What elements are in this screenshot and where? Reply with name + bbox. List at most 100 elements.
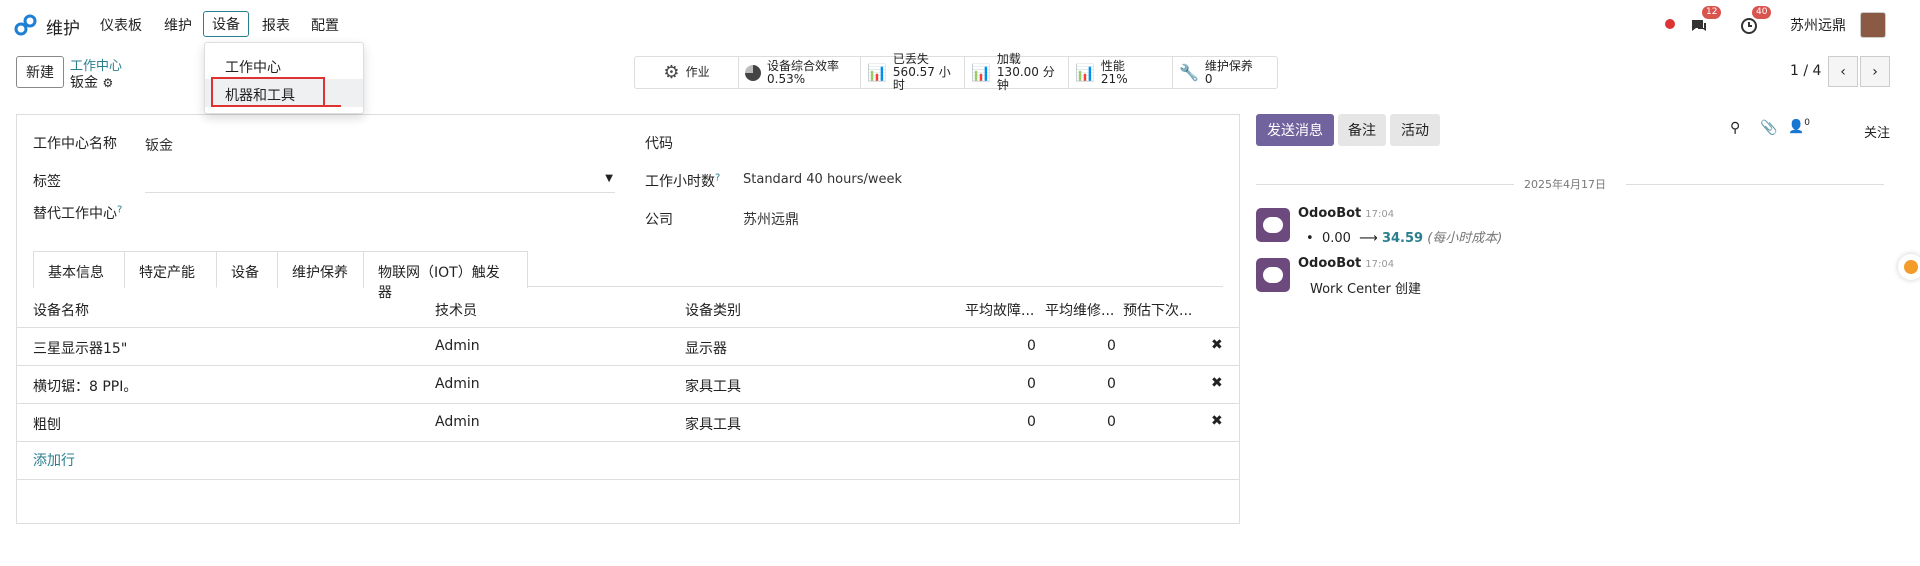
chevron-right-icon: › — [1872, 63, 1878, 80]
menu-maintenance[interactable]: 维护 — [164, 15, 192, 35]
stat-maintenance[interactable]: 🔧 维护保养 0 — [1173, 57, 1277, 88]
log-note-button[interactable]: 备注 — [1338, 114, 1386, 146]
column-header-category[interactable]: 设备类别 — [685, 300, 741, 320]
stat-load-value: 130.00 分钟 — [996, 65, 1055, 92]
pager-next-button[interactable]: › — [1860, 56, 1890, 87]
menu-equipment[interactable]: 设备 — [203, 11, 249, 37]
floating-assistant-button[interactable] — [1898, 254, 1920, 280]
row-mtbf: 0 — [1027, 338, 1036, 354]
arrow-right-icon: ⟶ — [1355, 231, 1378, 246]
stat-performance[interactable]: 📊 性能 21% — [1069, 57, 1173, 88]
tracking-old-value: 0.00 — [1321, 231, 1351, 246]
row-mtbf: 0 — [1027, 414, 1036, 430]
pager-value[interactable]: 1 / 4 — [1790, 63, 1821, 79]
stat-performance-value: 21% — [1100, 71, 1128, 86]
stat-oee-value: 0.53% — [767, 71, 806, 86]
caret-down-icon: ▼ — [605, 173, 613, 184]
followers-count: 0 — [1804, 118, 1810, 128]
divider — [17, 479, 1239, 480]
tab-capacities[interactable]: 特定产能 — [124, 251, 217, 288]
message-author-name: OdooBot — [1298, 256, 1362, 271]
bot-avatar — [1256, 258, 1290, 292]
add-line-link[interactable]: 添加行 — [33, 450, 75, 470]
bar-chart-icon: 📊 — [1075, 63, 1095, 82]
company-field[interactable]: 苏州远鼎 — [743, 209, 799, 229]
activity-button[interactable]: 40 — [1740, 6, 1772, 38]
menu-configuration[interactable]: 配置 — [311, 15, 339, 35]
message-body: Work Center 创建 — [1310, 282, 1421, 297]
tags-field[interactable]: ▼ — [145, 169, 615, 193]
tracking-new-value: 34.59 — [1381, 231, 1424, 246]
breadcrumb-current: 钣金 ⚙ — [70, 72, 113, 92]
stat-oee[interactable]: 设备综合效率 0.53% — [739, 57, 861, 88]
chat-button[interactable]: 12 — [1690, 6, 1722, 38]
app-logo-icon[interactable] — [14, 14, 38, 36]
gear-icon[interactable]: ⚙ — [102, 76, 113, 90]
follow-button[interactable]: 关注 — [1864, 122, 1890, 141]
status-dot-icon — [1665, 19, 1675, 29]
new-button[interactable]: 新建 — [16, 56, 64, 88]
table-row[interactable]: 粗刨 Admin 家具工具 0 0 ✖ — [17, 404, 1239, 442]
menu-reporting[interactable]: 报表 — [262, 15, 290, 35]
table-header: 设备名称 技术员 设备类别 平均故障... 平均维修... 预估下次... — [17, 290, 1239, 328]
dropdown-item-workcenter[interactable]: 工作中心 — [205, 51, 363, 79]
send-message-button[interactable]: 发送消息 — [1256, 114, 1334, 146]
row-mtbf: 0 — [1027, 376, 1036, 392]
delete-row-icon[interactable]: ✖ — [1211, 375, 1223, 391]
stat-lost-label: 已丢失 — [892, 52, 929, 66]
user-icon: 👤 — [1788, 119, 1805, 135]
column-header-name[interactable]: 设备名称 — [33, 300, 89, 320]
message-author: OdooBot 17:04 — [1298, 256, 1394, 271]
activity-button-chatter[interactable]: 活动 — [1390, 114, 1440, 146]
menu-dashboard[interactable]: 仪表板 — [100, 15, 142, 35]
equipment-dropdown-menu: 工作中心 机器和工具 — [204, 42, 364, 114]
followers-button[interactable]: 👤0 — [1788, 118, 1810, 134]
row-category: 家具工具 — [685, 379, 741, 395]
company-switcher[interactable]: 苏州远鼎 — [1790, 15, 1846, 35]
delete-row-icon[interactable]: ✖ — [1211, 337, 1223, 353]
stat-load[interactable]: 📊 加载 130.00 分钟 — [965, 53, 1069, 92]
stat-performance-label: 性能 — [1100, 58, 1125, 73]
breadcrumb-current-label: 钣金 — [70, 75, 98, 91]
stat-operations[interactable]: ⚙ 作业 — [635, 57, 739, 88]
column-header-technician[interactable]: 技术员 — [435, 300, 477, 320]
search-icon[interactable]: ⚲ — [1730, 120, 1740, 136]
tags-label: 标签 — [33, 174, 61, 190]
sun-icon — [1904, 260, 1918, 274]
working-hours-field[interactable]: Standard 40 hours/week — [743, 172, 902, 187]
row-category: 显示器 — [685, 341, 727, 357]
company-label: 公司 — [645, 212, 673, 228]
wrench-icon: 🔧 — [1179, 63, 1199, 82]
column-header-next-failure[interactable]: 预估下次... — [1123, 300, 1192, 320]
table-row[interactable]: 横切锯：8 PPI。 Admin 家具工具 0 0 ✖ — [17, 366, 1239, 404]
alternative-label: 替代工作中心? — [33, 203, 122, 223]
bar-chart-icon: 📊 — [867, 63, 887, 82]
tab-equipment[interactable]: 设备 — [216, 251, 278, 288]
date-separator: 2025年4月17日 — [1524, 178, 1606, 191]
app-title[interactable]: 维护 — [46, 14, 80, 39]
chevron-left-icon: ‹ — [1840, 63, 1846, 80]
alternative-label-text: 替代工作中心 — [33, 206, 117, 222]
column-header-mttr[interactable]: 平均维修... — [1045, 300, 1114, 320]
paperclip-icon[interactable]: 📎 — [1760, 120, 1777, 136]
stat-lost[interactable]: 📊 已丢失 560.57 小时 — [861, 53, 965, 92]
table-row[interactable]: 三星显示器15" Admin 显示器 0 0 ✖ — [17, 328, 1239, 366]
tab-iot-triggers[interactable]: 物联网（IOT）触发器 — [363, 251, 528, 301]
row-technician: Admin — [435, 414, 480, 430]
column-header-mtbf[interactable]: 平均故障... — [965, 300, 1034, 320]
highlight-box — [211, 77, 325, 107]
pager-previous-button[interactable]: ‹ — [1828, 56, 1858, 87]
tab-general[interactable]: 基本信息 — [33, 251, 125, 288]
stat-operations-label: 作业 — [685, 65, 710, 79]
user-avatar[interactable] — [1860, 12, 1886, 38]
delete-row-icon[interactable]: ✖ — [1211, 413, 1223, 429]
tab-maintenance[interactable]: 维护保养 — [277, 251, 364, 288]
row-mttr: 0 — [1107, 376, 1116, 392]
top-navbar: 维护 仪表板 维护 设备 报表 配置 12 40 苏州远鼎 — [0, 0, 1920, 48]
working-hours-label-text: 工作小时数 — [645, 174, 715, 190]
clock-icon — [1741, 18, 1757, 34]
name-label: 工作中心名称 — [33, 136, 117, 152]
row-category: 家具工具 — [685, 417, 741, 433]
highlight-underline — [305, 105, 341, 107]
name-field[interactable]: 钣金 — [145, 135, 173, 155]
